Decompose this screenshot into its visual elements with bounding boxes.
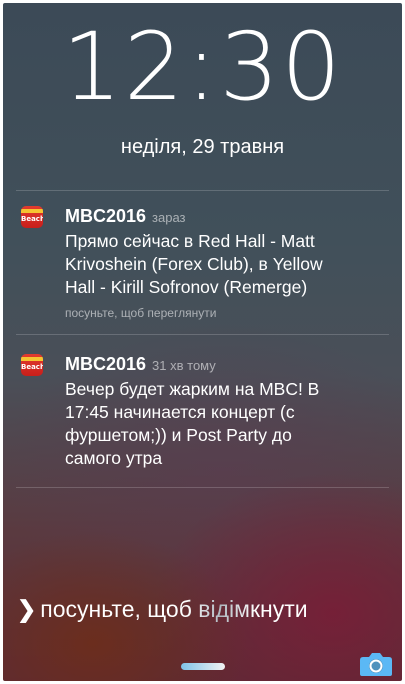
date: неділя, 29 травня: [120, 136, 285, 158]
notification-time: 31 хв тому: [152, 358, 216, 373]
notification-1[interactable]: Beach MBC2016 зараз Прямо сейчас в Red Ha…: [21, 202, 392, 327]
camera-icon[interactable]: [359, 651, 393, 677]
divider: [16, 487, 389, 488]
notification-app-name: MBC2016: [65, 206, 147, 226]
notification-2[interactable]: Beach MBC2016 31 хв тому Вечер будет жарк…: [21, 350, 392, 480]
clock: 12:30: [62, 13, 343, 122]
notification-message: Вечер будет жарким на MBC! В 17:45 начин…: [65, 379, 320, 468]
slide-to-unlock[interactable]: ❯ посуньте, щоб відімкнути: [17, 596, 308, 623]
chevron-right-icon: ❯: [17, 596, 37, 622]
notification-time: зараз: [152, 210, 186, 225]
mbc-app-icon: Beach: [21, 354, 43, 376]
mbc-app-icon: Beach: [21, 206, 43, 228]
divider: [16, 334, 389, 335]
notification-message: Прямо сейчас в Red Hall - Matt Krivoshei…: [65, 231, 323, 297]
lock-screen: 12:30 неділя, 29 травня Beach MBC2016 зар…: [3, 3, 402, 681]
home-indicator-handle[interactable]: [181, 663, 225, 670]
unlock-label: посуньте, щоб відімкнути: [40, 596, 308, 622]
notification-app-name: MBC2016: [65, 354, 147, 374]
notification-view-hint: посуньте, щоб переглянути: [65, 306, 217, 320]
divider: [16, 190, 389, 191]
